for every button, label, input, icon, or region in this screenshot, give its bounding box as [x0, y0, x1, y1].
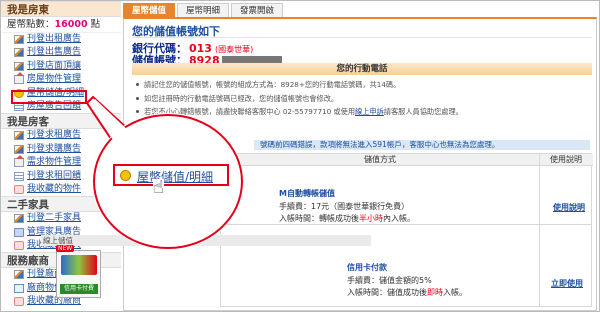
sidebar-item[interactable]: 刊登出租廣告	[1, 33, 121, 46]
list-icon	[14, 171, 24, 181]
note-item: 若您不小心轉錯帳號，請盡快聯絡客服中心 02-55797710 或使用線上申訴請…	[134, 105, 590, 119]
sidebar-item[interactable]: 刊登店面頂讓	[1, 60, 121, 73]
online-appeal-link[interactable]: 線上申訴	[355, 107, 384, 116]
sidebar-item-label: 我收藏的物件	[27, 183, 82, 194]
section-title-landlord: 我是房東	[1, 1, 121, 17]
atm-fee: 手續費：17元（國泰世華銀行免費）	[279, 201, 410, 211]
hand-cursor-icon: ☝	[153, 177, 164, 198]
heart-icon	[14, 184, 24, 194]
atm-title: M自動轉帳儲值	[279, 189, 335, 198]
pencil-icon	[14, 35, 24, 44]
card-time: 入帳時間：儲值成功後即時入帳。	[347, 287, 467, 300]
credit-card-caption: 信用卡付費	[60, 284, 98, 294]
zoomed-menu-label: 屋幣儲值/明細	[137, 170, 214, 184]
card-fee: 手續費：儲值金額的5%	[347, 275, 432, 285]
sidebar-item-label: 刊登求租回饋	[27, 170, 82, 181]
tab-topup[interactable]: 屋幣儲值	[123, 3, 176, 17]
points-unit: 點	[90, 19, 101, 30]
sidebar-item-label: 刊登出租廣告	[27, 34, 82, 44]
pencil-icon	[14, 270, 24, 280]
sidebar-item-label: 需求物件管理	[27, 157, 82, 168]
sidebar-item-label: 刊登出售廣告	[27, 47, 82, 58]
card-time-prefix: 入帳時間：儲值成功後	[347, 288, 427, 297]
sidebar-item-label: 刊登二手家具	[27, 213, 82, 224]
card-method-cell: 信用卡付款 手續費：儲值金額的5% 入帳時間：儲值成功後即時入帳。	[347, 262, 467, 300]
sidebar-item-label: 刊登店面頂讓	[27, 60, 82, 71]
atm-time-highlight: 半小時	[359, 214, 383, 223]
sofa-icon	[14, 227, 24, 237]
sidebar-item-label: 刊登求購廣告	[27, 143, 82, 154]
new-badge: NEW	[56, 245, 75, 252]
tab-details[interactable]: 屋幣明細	[177, 3, 230, 17]
atm-time-prefix: 入帳時間：轉帳成功後	[279, 214, 359, 223]
pencil-icon	[14, 131, 24, 141]
topup-methods-table: 儲值方式 使用說明 M自動轉帳儲值 手續費：17元（國泰世華銀行免費） 入帳時間…	[220, 153, 593, 307]
house-icon	[14, 155, 24, 168]
atm-time: 入帳時間：轉帳成功後半小時內入帳。	[279, 213, 415, 226]
heart-icon	[14, 297, 24, 307]
pencil-icon	[14, 144, 24, 154]
atm-method-cell: M自動轉帳儲值 手續費：17元（國泰世華銀行免費） 入帳時間：轉帳成功後半小時內…	[279, 188, 415, 226]
points-display: 屋幣點數：16000 點	[1, 17, 121, 33]
coin-icon	[120, 170, 131, 181]
sidebar-item[interactable]: 刊登求租廣告	[1, 129, 121, 142]
selected-item-highlight	[11, 90, 87, 104]
sidebar-item-label: 房屋物件管理	[27, 74, 82, 85]
pencil-icon	[14, 214, 24, 224]
card-time-suffix: 入帳。	[443, 288, 467, 297]
pencil-icon	[14, 48, 24, 58]
sidebar-item[interactable]: 房屋物件管理	[1, 72, 121, 86]
store-icon	[14, 283, 24, 293]
notes-list: 請記住您的儲值帳號，帳號的組成方式為：8928+您的行動電話號碼，共14碼。 如…	[134, 78, 590, 119]
card-title: 信用卡付款	[347, 263, 387, 272]
tab-invoice[interactable]: 發票開啟	[231, 3, 284, 17]
column-header-method: 儲值方式	[221, 154, 539, 166]
card-time-highlight: 即時	[427, 288, 443, 297]
points-value: 16000	[54, 19, 88, 30]
phone-bar: 您的行動電話	[132, 63, 592, 75]
section-title-tenant: 我是房客	[1, 113, 121, 130]
column-header-help: 使用說明	[539, 154, 593, 166]
credit-card-icon	[61, 255, 97, 275]
note-item: 請記住您的儲值帳號，帳號的組成方式為：8928+您的行動電話號碼，共14碼。	[134, 78, 590, 92]
note-item: 如您註冊時的行動電話號碼已經改，您的儲值帳號也會修改。	[134, 92, 590, 106]
points-label: 屋幣點數：	[7, 19, 55, 30]
house-icon	[14, 72, 24, 85]
tab-bar: 屋幣儲值 屋幣明細 發票開啟	[123, 3, 284, 17]
heart-icon	[14, 241, 24, 251]
screenshot-frame: 我是房東 屋幣點數：16000 點 刊登出租廣告 刊登出售廣告 刊登店面頂讓 房屋物件…	[0, 0, 600, 312]
note-text: 請客服人員協助您處理。	[383, 107, 463, 116]
credit-card-image: 信用卡付費	[56, 250, 101, 298]
warning-note: 號碼前四碼錯誤，款項將無法進入591帳戶，客服中心也無法為您處理。	[254, 140, 590, 150]
account-info: 銀行代碼： 013 (國泰世華) 儲值帳號： 8928	[132, 37, 592, 67]
pencil-icon	[14, 61, 24, 71]
sidebar-item-label: 刊登求租廣告	[27, 130, 82, 141]
card-use-now-link[interactable]: 立即使用	[551, 278, 583, 289]
atm-time-suffix: 內入帳。	[383, 214, 415, 223]
atm-help-link[interactable]: 使用說明	[553, 202, 585, 213]
column-divider	[539, 154, 540, 306]
zoomed-menu-item[interactable]: 屋幣儲值/明細	[113, 164, 229, 186]
sidebar-item[interactable]: 刊登出售廣告	[1, 46, 121, 59]
